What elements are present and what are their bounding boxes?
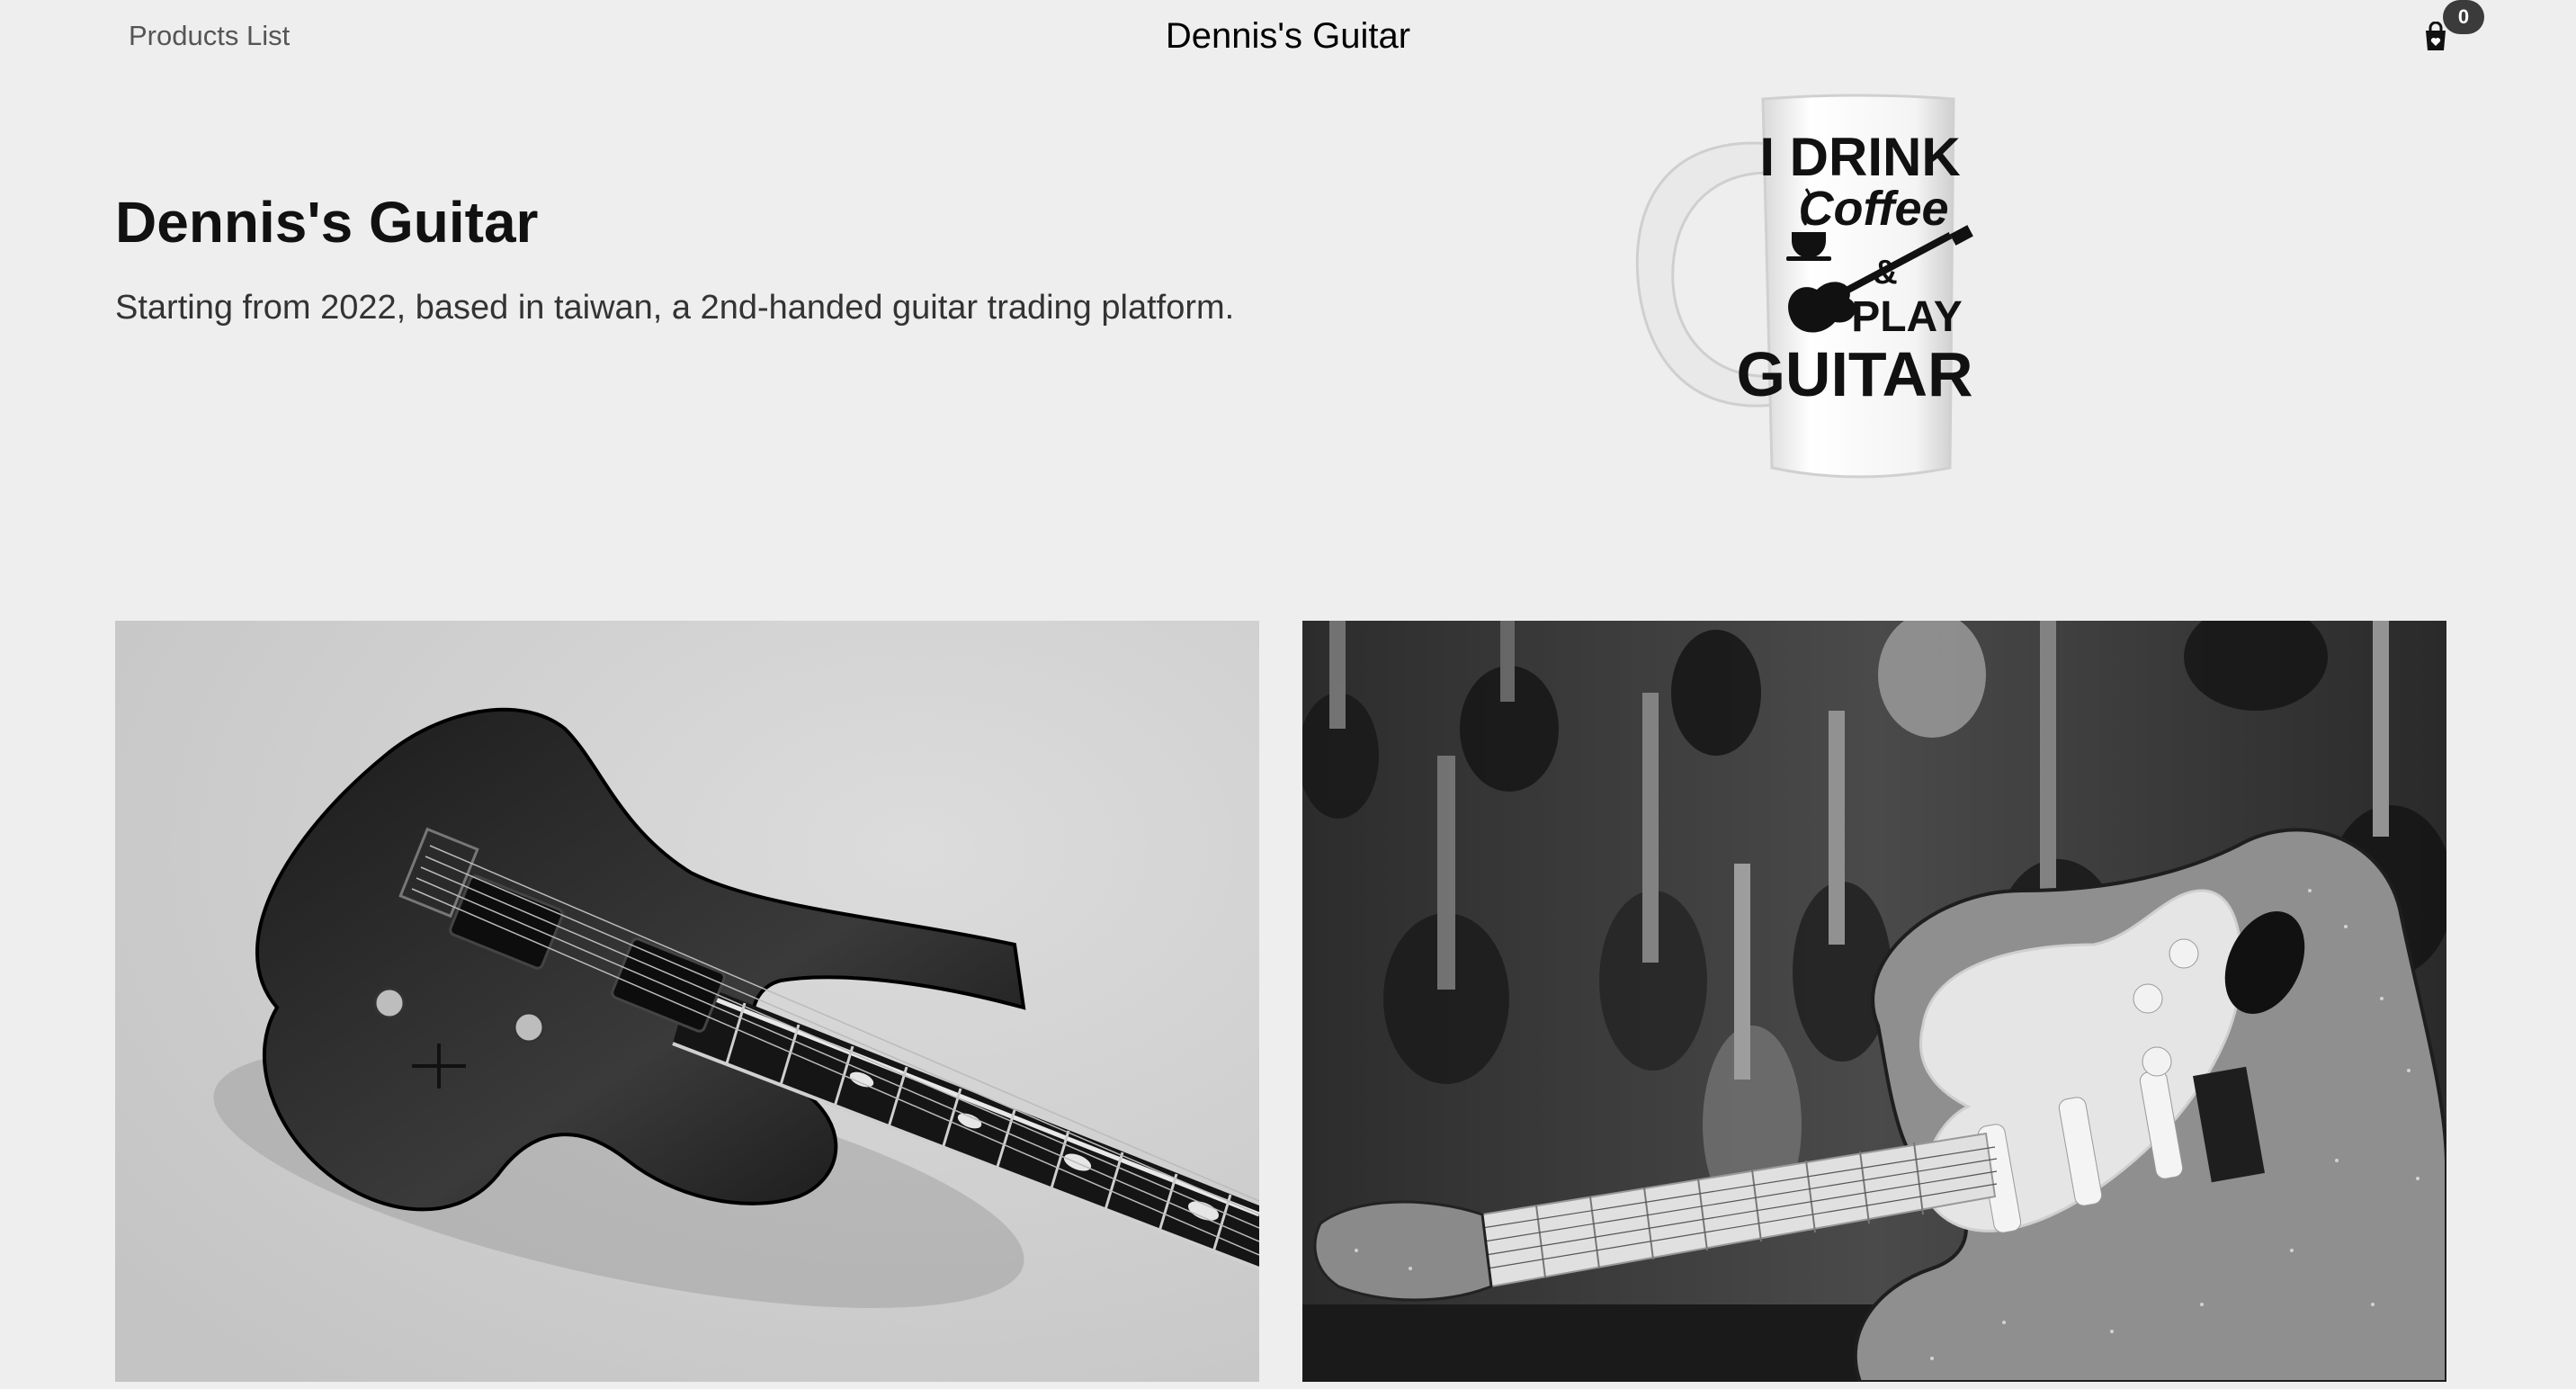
nav-products-list-link[interactable]: Products List — [129, 20, 290, 52]
hero-subtitle: Starting from 2022, based in taiwan, a 2… — [115, 289, 1235, 327]
coffee-mug-image: I DRINK Coffee & PLAY GUITAR — [1635, 94, 1973, 479]
brand-title: Dennis's Guitar — [1165, 16, 1411, 56]
product-card-black-guitar[interactable] — [115, 621, 1259, 1382]
svg-text:Coffee: Coffee — [1798, 182, 1948, 236]
svg-text:I DRINK: I DRINK — [1759, 127, 1960, 187]
svg-text:GUITAR: GUITAR — [1736, 339, 1972, 409]
cart-button[interactable]: 0 — [2411, 0, 2484, 63]
cart-count-badge: 0 — [2443, 0, 2484, 34]
page: Products List Dennis's Guitar 0 Dennis's… — [0, 0, 2576, 1389]
product-card-sparkle-guitar[interactable] — [1302, 621, 2446, 1382]
hero-title: Dennis's Guitar — [115, 190, 539, 255]
product-image — [115, 621, 1259, 1382]
product-image — [1302, 621, 2446, 1382]
svg-text:PLAY: PLAY — [1851, 293, 1963, 341]
